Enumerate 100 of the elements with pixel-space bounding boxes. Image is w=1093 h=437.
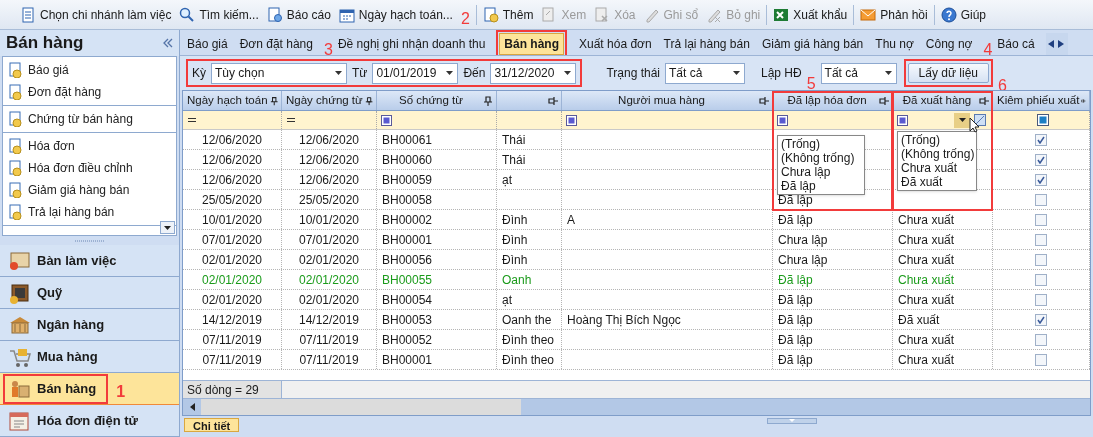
checkbox[interactable] <box>1035 153 1047 166</box>
tab[interactable]: Trả lại hàng bán <box>662 33 751 55</box>
filter-condition-icon <box>381 114 392 126</box>
fetch-data-button[interactable]: Lấy dữ liệu <box>907 63 989 83</box>
dropdown-option[interactable]: (Trống) <box>781 137 861 151</box>
right-arrow-icon <box>1057 40 1064 48</box>
dropdown-option[interactable]: Đã xuất <box>901 175 973 189</box>
table-cell-text: 12/06/2020 <box>298 131 360 149</box>
tab[interactable]: Công nợ <box>924 33 974 55</box>
dropdown-field[interactable]: 01/01/2019 <box>372 62 459 84</box>
tab[interactable]: Đơn đặt hàng <box>238 33 314 55</box>
nav-item[interactable]: Bàn làm việc <box>0 245 179 278</box>
toolbar-button[interactable]: Thêm <box>480 2 536 27</box>
tab[interactable]: Báo giá <box>186 33 229 55</box>
sidebar-item[interactable]: Giảm giá hàng bán <box>3 178 176 201</box>
checkbox[interactable] <box>1035 273 1047 286</box>
column-header[interactable]: Ngày hạch toán <box>183 91 282 110</box>
field-label: Lập HĐ <box>761 65 802 82</box>
annotation-number: 4 <box>983 42 993 55</box>
tab[interactable]: Thu nợ <box>874 33 915 55</box>
dropdown-field[interactable]: 31/12/2020 <box>490 62 577 84</box>
toolbar-button[interactable]: Chọn chi nhánh làm việc <box>18 2 174 27</box>
table-cell-text: Chưa xuất <box>898 251 955 269</box>
toolbar-button[interactable]: Giúp <box>938 2 988 27</box>
splitter-handle[interactable] <box>767 418 818 424</box>
table-cell-text: BH00056 <box>382 251 433 269</box>
dropdown-button[interactable] <box>954 112 970 128</box>
nav-item[interactable]: Ngân hàng <box>0 309 179 342</box>
filter-condition-icon <box>566 114 577 126</box>
nav-item[interactable]: Hóa đơn điện tử <box>0 405 179 437</box>
dropdown-field[interactable]: Tất cả <box>665 62 745 84</box>
table-cell-text: 25/05/2020 <box>298 191 360 209</box>
checkbox[interactable] <box>1035 253 1047 266</box>
sidebar-item[interactable]: Chứng từ bán hàng <box>3 107 176 130</box>
field-label: Từ <box>352 65 368 82</box>
column-header[interactable]: Người mua hàng <box>562 91 773 110</box>
dropdown-option[interactable]: (Không trống) <box>901 147 973 161</box>
scrollbar-thumb[interactable] <box>201 399 521 415</box>
sidebar-item[interactable]: Báo giá <box>3 58 176 81</box>
dropdown-field[interactable]: Tất cả <box>820 62 897 84</box>
column-header[interactable]: Đã xuất hàng <box>893 91 993 110</box>
table-cell-text: Chưa xuất <box>898 291 955 309</box>
column-header[interactable]: Ngày chứng từ <box>282 91 377 110</box>
dropdown-option[interactable]: Chưa xuất <box>901 161 973 175</box>
table-cell-text: Đã xuất <box>898 311 940 329</box>
calendar-icon <box>338 6 355 23</box>
caret-icon <box>446 71 454 75</box>
table-cell-text: 10/01/2020 <box>298 211 360 229</box>
column-header[interactable]: Số chứng từ <box>377 91 497 110</box>
table-cell-text: Chưa xuất <box>898 231 955 249</box>
dropdown-option[interactable]: (Trống) <box>901 133 973 147</box>
checkbox[interactable] <box>1035 133 1047 146</box>
table-cell-text: Đã lập <box>778 271 813 289</box>
tab[interactable]: Giảm giá hàng bán <box>760 33 865 55</box>
column-header[interactable]: Đã lập hóa đơn <box>773 91 893 110</box>
dropdown-field[interactable]: Tùy chọn <box>211 62 347 84</box>
table-cell-text: Đã lập <box>778 331 813 349</box>
tab[interactable]: Xuất hóa đơn <box>578 33 653 55</box>
field-label: Đến <box>463 65 486 82</box>
tab[interactable]: Bán hàng <box>499 33 564 55</box>
nav-label: Bàn làm việc <box>37 252 117 271</box>
details-tab[interactable]: Chi tiết <box>184 418 240 432</box>
nav-item[interactable]: Mua hàng <box>0 341 179 374</box>
checkbox[interactable] <box>1035 353 1047 366</box>
checkbox[interactable] <box>1035 233 1047 246</box>
table-cell-text: BH00060 <box>382 151 433 169</box>
checkbox[interactable] <box>1035 313 1047 326</box>
nav-item[interactable]: Quỹ <box>0 277 179 310</box>
sidebar-item[interactable]: Đơn đặt hàng <box>3 80 176 103</box>
tab[interactable]: Đề nghị ghi nhận doanh thu <box>336 33 487 55</box>
document-icon <box>8 110 22 127</box>
dropdown-option[interactable]: Chưa lập <box>781 165 861 179</box>
sidebar-item[interactable]: Trả lại hàng bán <box>3 200 176 223</box>
column-header[interactable]: Kiêm phiếu xuất <box>993 91 1090 110</box>
help-icon <box>940 6 957 23</box>
toolbar-button[interactable]: Tìm kiếm... <box>177 2 261 27</box>
checkbox[interactable] <box>1035 293 1047 306</box>
table-cell-text: 02/01/2020 <box>298 251 360 269</box>
checkbox[interactable] <box>1035 333 1047 346</box>
sidebar-item[interactable]: Hóa đơn <box>3 134 176 157</box>
checkbox[interactable] <box>1035 193 1047 206</box>
toolbar-button[interactable]: Phản hồi <box>858 2 930 27</box>
toolbar-button[interactable]: Báo cáo <box>264 2 333 27</box>
table-cell-text: BH00001 <box>382 351 433 369</box>
document-icon <box>8 83 22 100</box>
dropdown-option[interactable]: Đã lập <box>781 179 861 193</box>
table-cell-text: BH00053 <box>382 311 433 329</box>
toolbar-button[interactable]: Xuất khẩu <box>771 2 850 27</box>
table-cell-text: Oanh <box>502 271 532 289</box>
table-cell-text: 12/06/2020 <box>201 171 263 189</box>
dropdown-option[interactable]: (Không trống) <box>781 151 861 165</box>
checkbox[interactable] <box>1035 213 1047 226</box>
nav-item[interactable]: Bán hàng 1 <box>0 373 179 406</box>
nav-label: Hóa đơn điện tử <box>37 411 138 430</box>
tab[interactable]: Báo cá <box>996 33 1036 55</box>
sidebar-item[interactable]: Hóa đơn điều chỉnh <box>3 156 176 179</box>
scroll-down-button[interactable] <box>160 221 175 235</box>
document-icon <box>20 6 36 23</box>
checkbox[interactable] <box>1035 173 1047 186</box>
toolbar-button[interactable]: Ngày hạch toán... <box>336 2 455 27</box>
